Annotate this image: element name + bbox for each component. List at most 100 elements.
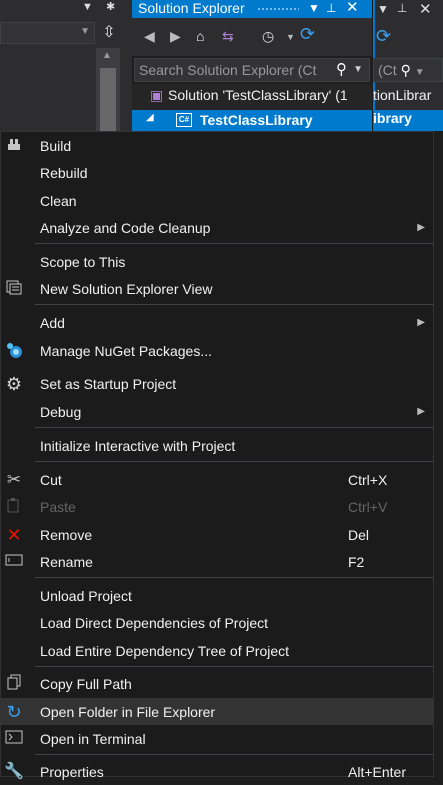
split-editor-icon[interactable]: ⇳ (98, 23, 120, 43)
menu-item-clean[interactable]: Clean (1, 187, 433, 214)
menu-item-load-direct-deps[interactable]: Load Direct Dependencies of Project (1, 609, 433, 636)
menu-item-shortcut: Ctrl+X (348, 472, 388, 488)
menu-item-rename[interactable]: Rename F2 (1, 548, 433, 575)
menu-item-shortcut: Del (348, 527, 370, 543)
scissors-icon: ✂ (6, 470, 22, 489)
menu-item-label: Open in Terminal (40, 731, 146, 747)
menu-separator (35, 427, 433, 428)
menu-item-open-folder[interactable]: ↻ Open Folder in File Explorer (1, 698, 433, 725)
menu-item-label: Unload Project (40, 588, 132, 604)
menu-item-initialize-interactive[interactable]: Initialize Interactive with Project (1, 432, 433, 459)
csharp-project-icon: C# (176, 113, 192, 127)
menu-item-label: Analyze and Code Cleanup (40, 220, 211, 236)
menu-item-shortcut: F2 (348, 554, 365, 570)
drag-grip[interactable] (257, 7, 299, 11)
tree-item-project[interactable]: ◢ C# TestClassLibrary (132, 110, 372, 131)
menu-item-copy-full-path[interactable]: Copy Full Path (1, 670, 433, 697)
menu-item-unload-project[interactable]: Unload Project (1, 582, 433, 609)
submenu-arrow-icon: ▶ (417, 406, 425, 417)
chevron-down-icon: ▼ (80, 26, 90, 37)
scroll-up-icon[interactable]: ▲ (102, 50, 112, 61)
forward-icon[interactable]: ▶ (170, 28, 181, 45)
menu-item-label: Clean (40, 193, 77, 209)
second-titlebar: ▼ ⊥ ✕ (375, 0, 443, 18)
pending-changes-icon[interactable]: ◷ (262, 28, 274, 45)
paste-icon (4, 497, 24, 517)
menu-item-scope-to-this[interactable]: Scope to This (1, 248, 433, 275)
pin-icon[interactable]: ⊥ (397, 1, 407, 15)
menu-item-analyze[interactable]: Analyze and Code Cleanup ▶ (1, 214, 433, 241)
search-placeholder: (Ct (378, 62, 397, 78)
tree-item-solution[interactable]: tionLibrar (373, 87, 443, 107)
menu-item-cut[interactable]: ✂ Cut Ctrl+X (1, 466, 433, 493)
solution-icon: ▣ (150, 87, 164, 103)
expand-triangle-icon[interactable]: ◢ (146, 112, 154, 123)
pane-controls[interactable]: ▼ ✱ (82, 0, 126, 16)
menu-separator (35, 754, 433, 755)
menu-item-load-dep-tree[interactable]: Load Entire Dependency Tree of Project (1, 637, 433, 664)
sync-icon[interactable]: ⟳ (376, 26, 391, 47)
menu-item-label: Build (40, 138, 72, 154)
menu-item-label: Rename (40, 554, 93, 570)
close-icon: ✕ (6, 525, 22, 545)
menu-item-label: New Solution Explorer View (40, 281, 213, 297)
menu-item-shortcut: Ctrl+V (348, 499, 388, 515)
submenu-arrow-icon: ▶ (417, 317, 425, 328)
home-icon[interactable]: ⌂ (196, 28, 204, 44)
sync-icon[interactable]: ⟳ (300, 24, 315, 45)
dropdown-arrow-icon[interactable]: ▼ (82, 1, 93, 13)
menu-item-remove[interactable]: ✕ Remove Del (1, 521, 433, 548)
new-view-icon (4, 279, 24, 299)
menu-item-new-view[interactable]: New Solution Explorer View (1, 275, 433, 302)
menu-item-label: Paste (40, 499, 76, 515)
switch-views-icon[interactable]: ⇆ (222, 28, 234, 45)
menu-item-debug[interactable]: Debug ▶ (1, 398, 433, 425)
menu-item-rebuild[interactable]: Rebuild (1, 159, 433, 186)
menu-item-properties[interactable]: 🔧 Properties Alt+Enter (1, 758, 433, 785)
wrench-icon: 🔧 (4, 763, 24, 780)
chevron-down-icon[interactable]: ▼ (415, 67, 425, 78)
back-icon[interactable]: ◀ (144, 28, 155, 45)
copy-icon (4, 674, 24, 694)
menu-item-open-terminal[interactable]: Open in Terminal (1, 725, 433, 752)
search-icon[interactable]: ⚲ (401, 62, 411, 78)
menu-item-label: Rebuild (40, 165, 88, 181)
gear-icon[interactable]: ✱ (106, 1, 115, 13)
pin-icon[interactable]: ⊥ (326, 0, 336, 17)
second-search[interactable]: (Ct ⚲ ▼ (373, 58, 443, 82)
menu-item-label: Cut (40, 472, 62, 488)
search-icon[interactable]: ⚲ (336, 59, 347, 81)
menu-item-label: Properties (40, 764, 104, 780)
member-dropdown[interactable]: ▼ (0, 22, 95, 44)
menu-item-set-startup[interactable]: ⚙ Set as Startup Project (1, 370, 433, 397)
context-menu: Build Rebuild Clean Analyze and Code Cle… (0, 131, 434, 780)
tree-item-project[interactable]: ibrary (373, 110, 443, 131)
menu-item-build[interactable]: Build (1, 132, 433, 159)
submenu-arrow-icon: ▶ (417, 222, 425, 233)
menu-separator (35, 461, 433, 462)
editor-scrollbar[interactable]: ▲ (96, 48, 120, 131)
window-position-icon[interactable]: ▼ (308, 0, 320, 17)
menu-item-label: Add (40, 315, 65, 331)
solution-explorer-title: Solution Explorer (138, 0, 245, 16)
menu-item-label: Debug (40, 404, 82, 420)
refresh-arrow-icon: ↻ (6, 702, 22, 722)
menu-item-nuget[interactable]: Manage NuGet Packages... (1, 337, 433, 364)
window-position-icon[interactable]: ▼ (377, 2, 389, 16)
menu-separator (35, 304, 433, 305)
scrollbar-thumb[interactable] (100, 68, 116, 131)
close-icon[interactable]: ✕ (419, 0, 432, 18)
menu-item-label: Remove (40, 527, 93, 543)
solution-explorer-search[interactable]: Search Solution Explorer (Ct ⚲ ▼ (134, 58, 370, 82)
menu-item-label: Load Entire Dependency Tree of Project (40, 643, 290, 659)
chevron-down-icon[interactable]: ▼ (353, 59, 363, 81)
menu-separator (35, 577, 433, 578)
tree-item-solution[interactable]: ▣ Solution 'TestClassLibrary' (1 (150, 87, 380, 107)
chevron-down-icon[interactable]: ▼ (286, 32, 295, 42)
solution-explorer-titlebar: Solution Explorer ▼ ⊥ ✕ (132, 0, 372, 18)
menu-item-add[interactable]: Add ▶ (1, 309, 433, 336)
menu-item-label: Initialize Interactive with Project (40, 438, 236, 454)
tree-item-label: TestClassLibrary (200, 112, 313, 128)
menu-item-label: Copy Full Path (40, 676, 132, 692)
close-icon[interactable]: ✕ (346, 0, 359, 16)
